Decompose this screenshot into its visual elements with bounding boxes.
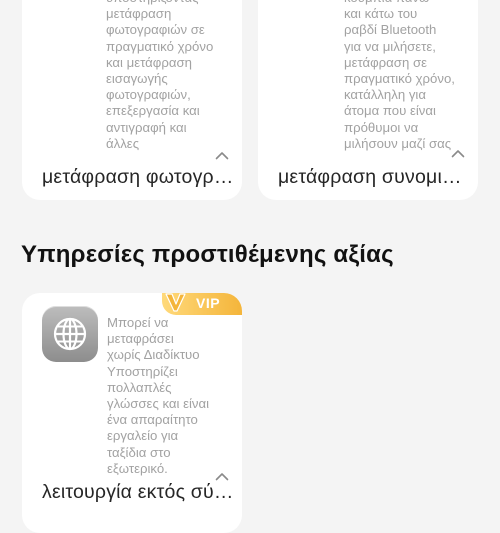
card-description: κουμπιά πάνω και κάτω του ραβδί Bluetoot… (344, 0, 455, 151)
card-title: μετάφραση φωτογραφιών (42, 166, 234, 188)
offline-mode-card[interactable]: VIP Μπορεί να μεταφράσει χωρίς Διαδίκτυο… (22, 293, 242, 533)
vip-label: VIP (196, 295, 221, 311)
vip-badge: VIP (162, 293, 242, 315)
card-title: λειτουργία εκτός σύνδεσης (42, 481, 234, 503)
globe-icon (42, 306, 98, 362)
chevron-up-icon[interactable] (215, 151, 229, 160)
card-description: υποστηρίζοντας μετάφραση φωτογραφιών σε … (106, 0, 214, 151)
card-description: Μπορεί να μεταφράσει χωρίς Διαδίκτυο Υπο… (107, 315, 210, 476)
section-heading: Υπηρεσίες προστιθέμενης αξίας (21, 241, 394, 268)
vip-v-icon (165, 293, 186, 312)
photo-translation-card[interactable]: υποστηρίζοντας μετάφραση φωτογραφιών σε … (22, 0, 242, 200)
chevron-up-icon[interactable] (451, 149, 465, 158)
conversation-translation-card[interactable]: κουμπιά πάνω και κάτω του ραβδί Bluetoot… (258, 0, 478, 200)
card-title: μετάφραση συνομιλίας (278, 166, 470, 188)
chevron-up-icon[interactable] (215, 472, 229, 481)
